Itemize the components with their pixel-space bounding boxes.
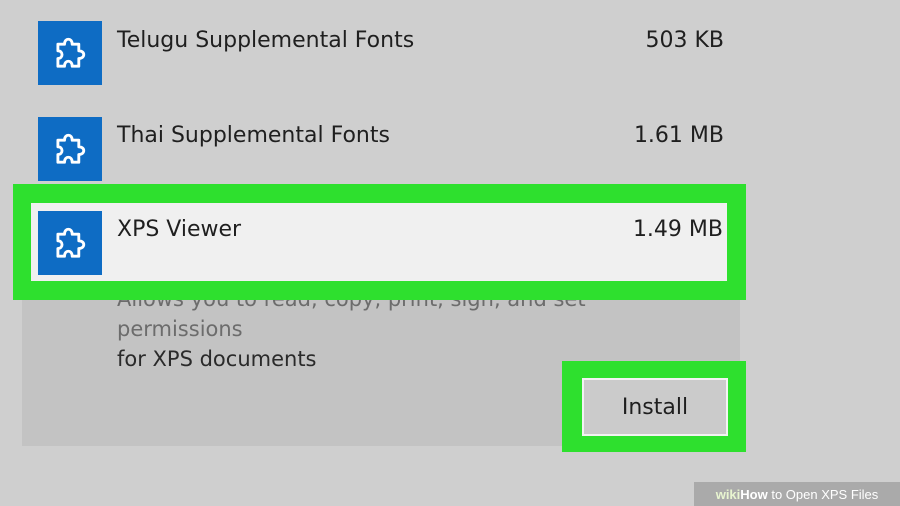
puzzle-piece-icon [38, 21, 102, 85]
feature-row-telugu[interactable]: Telugu Supplemental Fonts 503 KB [22, 0, 740, 86]
feature-size: 1.49 MB [632, 217, 723, 242]
feature-name: Telugu Supplemental Fonts [117, 28, 415, 53]
install-button[interactable]: Install [582, 378, 728, 436]
watermark-title: to Open XPS Files [767, 486, 879, 502]
watermark-wiki: wiki [715, 486, 741, 502]
puzzle-piece-icon [38, 211, 102, 275]
watermark-how: How [740, 486, 768, 502]
feature-size: 503 KB [645, 28, 724, 53]
feature-name: Thai Supplemental Fonts [117, 123, 390, 148]
feature-row-xps-viewer[interactable]: XPS Viewer 1.49 MB [31, 203, 727, 281]
puzzle-piece-icon [38, 117, 102, 181]
feature-row-thai[interactable]: Thai Supplemental Fonts 1.61 MB [22, 89, 740, 181]
feature-name: XPS Viewer [117, 217, 242, 242]
wikihow-watermark: wiki How to Open XPS Files [694, 482, 900, 506]
feature-size: 1.61 MB [633, 123, 724, 148]
